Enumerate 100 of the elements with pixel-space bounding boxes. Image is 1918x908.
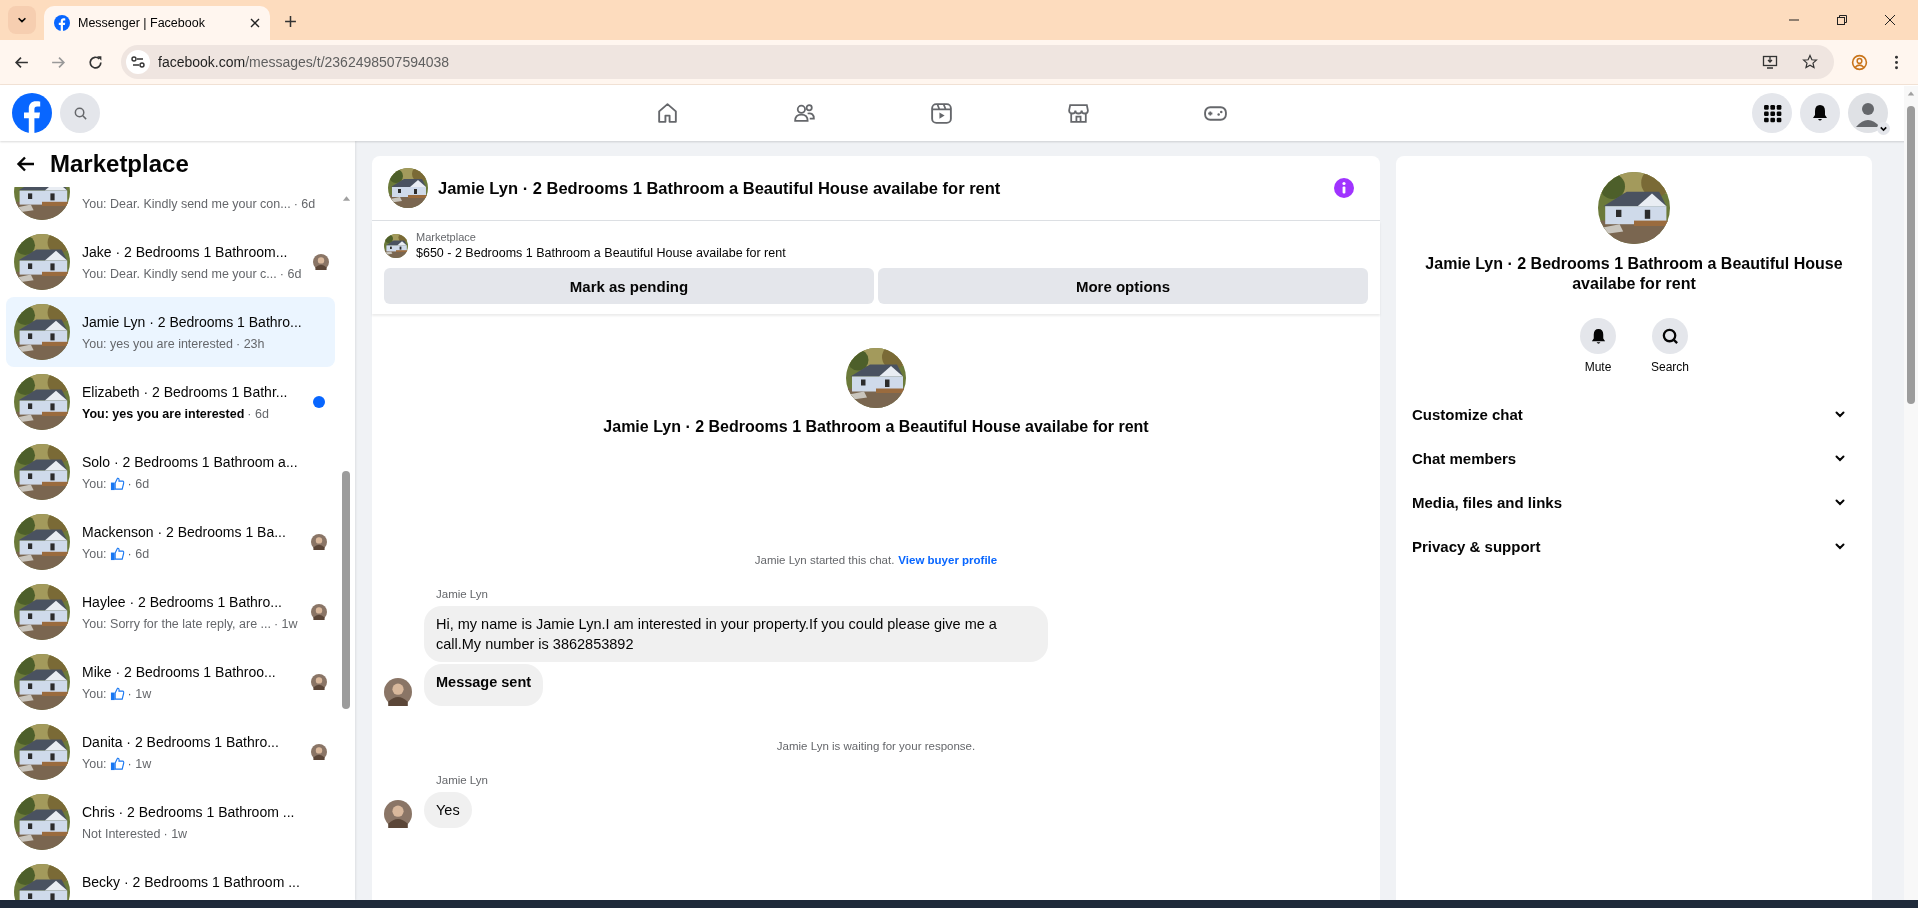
message-bubble: Yes bbox=[424, 792, 472, 828]
conversation-item[interactable]: Jake · 2 Bedrooms 1 Bathroom... You: Dear. Kindly send me your c... · 6d bbox=[6, 227, 335, 297]
message-preview: You: yes you are interested bbox=[82, 337, 234, 351]
avatar-icon bbox=[311, 744, 327, 760]
conversation-name: Mackenson · 2 Bedrooms 1 Ba... bbox=[82, 523, 287, 541]
conversation-name: Jake · 2 Bedrooms 1 Bathroom... bbox=[82, 243, 289, 261]
section-header[interactable]: Media, files and links bbox=[1404, 480, 1864, 524]
message-preview: You: Dear. Kindly send me your con... bbox=[82, 197, 291, 211]
listing-label: Marketplace bbox=[416, 231, 477, 243]
avatar-icon bbox=[313, 254, 330, 270]
chevron-down-icon bbox=[1877, 122, 1890, 135]
message-time: · 6d bbox=[279, 267, 302, 281]
conversation-item[interactable]: Solo · 2 Bedrooms 1 Bathroom a... You: · 6d bbox=[6, 437, 335, 507]
section-header[interactable]: Chat members bbox=[1404, 436, 1864, 480]
message-time: · 1w bbox=[274, 617, 298, 631]
scroll-up-icon[interactable] bbox=[342, 195, 351, 201]
message-time: · 6d bbox=[127, 476, 150, 491]
message-time: · 1w bbox=[127, 756, 152, 771]
facebook-logo-icon bbox=[54, 15, 70, 31]
conversation-item[interactable]: Danita · 2 Bedrooms 1 Bathro... You: · 1w bbox=[6, 717, 335, 787]
account-avatar[interactable] bbox=[1848, 93, 1888, 133]
conversation-item[interactable]: Mike · 2 Bedrooms 1 Bathroo... You: · 1w bbox=[6, 647, 335, 717]
close-icon[interactable] bbox=[250, 18, 260, 28]
notifications-button[interactable] bbox=[1800, 93, 1840, 133]
avatar-icon bbox=[384, 678, 412, 706]
back-icon[interactable] bbox=[16, 154, 36, 174]
restore-icon[interactable] bbox=[1836, 14, 1848, 26]
section-title: Privacy & support bbox=[1412, 537, 1541, 555]
message-bubble: Hi, my name is Jamie Lyn.I am interested in your property.If you could please give me a call.My number is 3862853892 bbox=[424, 606, 1048, 662]
message-time: · 1w bbox=[163, 827, 188, 841]
scrollbar-thumb[interactable] bbox=[342, 471, 350, 709]
scrollbar-thumb[interactable] bbox=[1907, 106, 1915, 404]
conversation-name: Danita · 2 Bedrooms 1 Bathro... bbox=[82, 733, 280, 751]
bell-icon bbox=[1810, 103, 1830, 123]
conversation-item[interactable]: Mackenson · 2 Bedrooms 1 Ba... You: · 6d bbox=[6, 507, 335, 577]
message-preview: Not Interested bbox=[82, 827, 161, 841]
search-button[interactable] bbox=[1652, 318, 1688, 354]
conversation-name: Mike · 2 Bedrooms 1 Bathroo... bbox=[82, 663, 277, 681]
chat-title: Jamie Lyn · 2 Bedrooms 1 Bathroom a Beautiful House availabe for rent bbox=[438, 178, 1001, 198]
sender-name: Jamie Lyn bbox=[436, 774, 489, 786]
sender-name: Jamie Lyn bbox=[436, 588, 489, 600]
conversation-item[interactable]: You: Dear. Kindly send me your con... · 6d bbox=[6, 187, 335, 227]
conversation-item[interactable]: Chris · 2 Bedrooms 1 Bathroom ... Not Interested · 1w bbox=[6, 787, 335, 857]
browser-tab[interactable]: Messenger | Facebook bbox=[44, 6, 270, 40]
info-icon[interactable] bbox=[1334, 178, 1354, 198]
chat-intro-title: Jamie Lyn · 2 Bedrooms 1 Bathroom a Beautiful House availabe for rent bbox=[603, 418, 1149, 436]
chat-notice: Jamie Lyn started this chat. bbox=[754, 554, 895, 566]
url-text: facebook.com/messages/t/2362498507594038 bbox=[158, 54, 450, 70]
avatar-icon bbox=[311, 534, 327, 550]
conversation-item[interactable]: Haylee · 2 Bedrooms 1 Bathro... You: Sorry for the late reply, are ... · 1w bbox=[6, 577, 335, 647]
message-time: · 1w bbox=[127, 686, 152, 701]
unread-dot bbox=[313, 396, 325, 408]
action-label: Mute bbox=[1584, 360, 1612, 374]
close-icon[interactable] bbox=[1884, 14, 1896, 26]
action-button[interactable]: More options bbox=[878, 268, 1368, 304]
message-preview: You: yes you are interested bbox=[82, 407, 245, 421]
video-icon[interactable] bbox=[928, 100, 954, 126]
new-tab-icon[interactable] bbox=[284, 15, 297, 28]
thumbs-up-icon bbox=[109, 756, 125, 771]
action-label: Search bbox=[1651, 360, 1689, 374]
facebook-logo-icon[interactable] bbox=[12, 93, 52, 133]
message-time: · 23h bbox=[236, 337, 265, 351]
mute-button[interactable] bbox=[1580, 318, 1616, 354]
message-time: · 6d bbox=[293, 197, 316, 211]
section-title: Chat members bbox=[1412, 449, 1517, 467]
conversation-name: Elizabeth · 2 Bedrooms 1 Bathr... bbox=[82, 383, 289, 401]
chevron-down-icon bbox=[17, 15, 27, 25]
message-preview: You: Sorry for the late reply, are ... bbox=[82, 617, 271, 631]
message-time: · 6d bbox=[247, 407, 269, 421]
avatar-icon bbox=[311, 604, 327, 620]
section-header[interactable]: Customize chat bbox=[1404, 392, 1864, 436]
star-icon[interactable] bbox=[1802, 54, 1818, 70]
conversation-name: Jamie Lyn · 2 Bedrooms 1 Bathro... bbox=[82, 313, 302, 331]
site-settings-icon[interactable] bbox=[126, 50, 150, 74]
buyer-profile-link[interactable]: View buyer profile bbox=[898, 554, 998, 566]
listing-title: $650 - 2 Bedrooms 1 Bathroom a Beautiful House availabe for rent bbox=[416, 246, 786, 260]
section-header[interactable]: Privacy & support bbox=[1404, 524, 1864, 568]
avatar-icon bbox=[311, 674, 327, 690]
message-preview: You: bbox=[82, 756, 107, 771]
conversation-name: Becky · 2 Bedrooms 1 Bathroom ... bbox=[82, 873, 300, 891]
grid-icon bbox=[1762, 103, 1782, 123]
thumbs-up-icon bbox=[109, 686, 125, 701]
sidebar-title: Marketplace bbox=[50, 150, 189, 178]
message-preview: You: bbox=[82, 476, 107, 491]
conversation-name: Solo · 2 Bedrooms 1 Bathroom a... bbox=[82, 453, 299, 471]
thumbs-up-icon bbox=[109, 476, 125, 491]
tab-title: Messenger | Facebook bbox=[78, 16, 206, 30]
action-button[interactable]: Mark as pending bbox=[384, 268, 874, 304]
message-bubble: Message sent bbox=[424, 664, 544, 706]
conversation-item[interactable]: Elizabeth · 2 Bedrooms 1 Bathr... You: yes you are interested · 6d bbox=[6, 367, 335, 437]
menu-button[interactable] bbox=[1752, 93, 1792, 133]
search-icon bbox=[1660, 326, 1680, 346]
address-bar[interactable]: facebook.com/messages/t/2362498507594038 bbox=[121, 45, 1834, 79]
section-title: Media, files and links bbox=[1412, 493, 1563, 511]
message-time: · 6d bbox=[127, 546, 150, 561]
conversation-name: Chris · 2 Bedrooms 1 Bathroom ... bbox=[82, 803, 296, 821]
install-app-icon[interactable] bbox=[1762, 54, 1778, 70]
details-title: Jamie Lyn · 2 Bedrooms 1 Bathroom a Beautiful House availabe for rent bbox=[1424, 254, 1844, 294]
search-icon bbox=[72, 105, 88, 121]
conversation-item[interactable]: Jamie Lyn · 2 Bedrooms 1 Bathro... You: yes you are interested · 23h bbox=[6, 297, 335, 367]
